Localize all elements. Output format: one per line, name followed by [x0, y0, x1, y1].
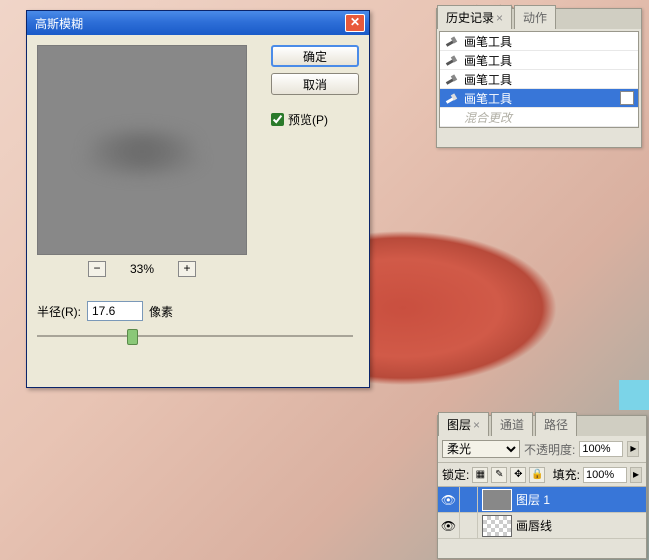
slider-thumb[interactable]: [127, 329, 138, 345]
brush-icon: [444, 34, 458, 48]
link-cell[interactable]: [460, 513, 478, 538]
dialog-titlebar[interactable]: 高斯模糊 ✕: [27, 11, 369, 35]
tab-history[interactable]: 历史记录×: [437, 5, 512, 29]
radius-input[interactable]: [87, 301, 143, 321]
color-swatch: [619, 380, 649, 410]
brush-icon: [444, 91, 458, 105]
history-item[interactable]: 画笔工具: [440, 32, 638, 51]
tab-channels[interactable]: 通道: [491, 412, 533, 436]
history-marker[interactable]: [620, 91, 634, 105]
lock-all-icon[interactable]: 🔒: [529, 467, 545, 483]
zoom-in-button[interactable]: +: [178, 261, 196, 277]
fill-input[interactable]: [583, 467, 627, 483]
history-list: 画笔工具 画笔工具 画笔工具 画笔工具 混合更改: [439, 31, 639, 128]
layer-row[interactable]: 👁 图层 1: [438, 487, 646, 513]
lock-position-icon[interactable]: ✥: [510, 467, 526, 483]
tab-close-icon[interactable]: ×: [496, 11, 503, 25]
blend-mode-select[interactable]: 柔光: [442, 440, 520, 458]
lock-label: 锁定:: [442, 466, 469, 483]
dialog-title: 高斯模糊: [35, 15, 345, 32]
history-panel: 历史记录× 动作 画笔工具 画笔工具 画笔工具 画笔工具 混合更改: [436, 8, 642, 148]
radius-unit: 像素: [149, 303, 173, 320]
tab-layers[interactable]: 图层×: [438, 412, 489, 436]
opacity-label: 不透明度:: [524, 441, 575, 458]
brush-icon: [444, 53, 458, 67]
layers-panel: 图层× 通道 路径 柔光 不透明度: ▸ 锁定: ▦ ✎ ✥ 🔒 填充: ▸ 👁…: [437, 415, 647, 559]
layer-name[interactable]: 图层 1: [516, 491, 550, 508]
history-item-faded[interactable]: 混合更改: [440, 108, 638, 127]
layer-row[interactable]: 👁 画唇线: [438, 513, 646, 539]
ok-button[interactable]: 确定: [271, 45, 359, 67]
visibility-icon[interactable]: 👁: [438, 513, 460, 538]
tab-close-icon[interactable]: ×: [473, 418, 480, 432]
brush-icon: [444, 72, 458, 86]
tab-paths[interactable]: 路径: [535, 412, 577, 436]
zoom-out-button[interactable]: −: [88, 261, 106, 277]
slider-track: [37, 335, 353, 337]
lock-pixels-icon[interactable]: ✎: [491, 467, 507, 483]
gaussian-blur-dialog: 高斯模糊 ✕ − 33% + 确定 取消 预览(P) 半径(R): 像素: [26, 10, 370, 388]
preview-checkbox-row[interactable]: 预览(P): [271, 111, 359, 128]
fill-label: 填充:: [553, 466, 580, 483]
history-item[interactable]: 画笔工具: [440, 89, 638, 108]
layer-thumbnail[interactable]: [482, 515, 512, 537]
layer-thumbnail[interactable]: [482, 489, 512, 511]
radius-slider[interactable]: [37, 327, 353, 345]
opacity-arrow[interactable]: ▸: [627, 441, 639, 457]
lock-transparency-icon[interactable]: ▦: [472, 467, 488, 483]
history-item[interactable]: 画笔工具: [440, 70, 638, 89]
close-icon[interactable]: ✕: [345, 14, 365, 32]
radius-label: 半径(R):: [37, 303, 81, 320]
preview-checkbox[interactable]: [271, 113, 284, 126]
layer-name[interactable]: 画唇线: [516, 517, 552, 534]
preview-content: [72, 120, 212, 180]
opacity-input[interactable]: [579, 441, 623, 457]
link-cell[interactable]: [460, 487, 478, 512]
tab-actions[interactable]: 动作: [514, 5, 556, 29]
preview-label: 预览(P): [288, 111, 328, 128]
visibility-icon[interactable]: 👁: [438, 487, 460, 512]
fill-arrow[interactable]: ▸: [630, 467, 642, 483]
preview-area[interactable]: [37, 45, 247, 255]
cancel-button[interactable]: 取消: [271, 73, 359, 95]
zoom-percent: 33%: [130, 262, 154, 276]
history-item[interactable]: 画笔工具: [440, 51, 638, 70]
